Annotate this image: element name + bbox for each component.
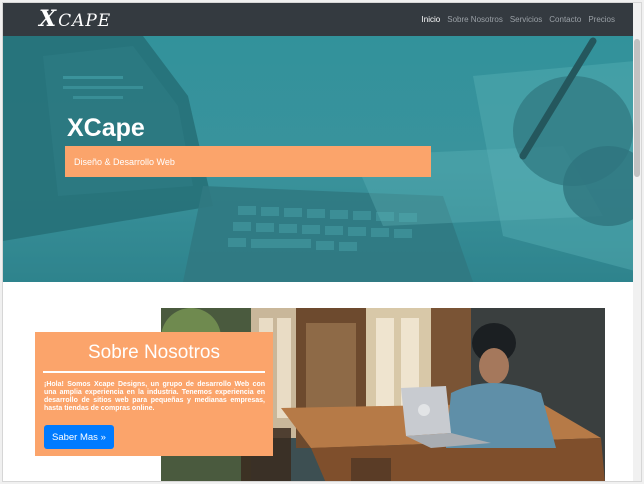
hero-section: XCape Diseño & Desarrollo Web	[3, 36, 635, 282]
scrollbar-thumb[interactable]	[634, 39, 640, 177]
navbar: XCAPE Inicio Sobre Nosotros Servicios Co…	[3, 3, 635, 36]
brand-logo[interactable]: XCAPE	[39, 8, 111, 32]
nav-link-sobre-nosotros[interactable]: Sobre Nosotros	[447, 15, 503, 24]
about-divider	[43, 371, 265, 373]
nav-link-inicio[interactable]: Inicio	[422, 15, 441, 24]
about-text: ¡Hola! Somos Xcape Designs, un grupo de …	[44, 381, 265, 412]
nav-link-servicios[interactable]: Servicios	[510, 15, 542, 24]
brand-logo-text: CAPE	[58, 11, 112, 31]
about-title: Sobre Nosotros	[87, 342, 220, 363]
hero-title: XCape	[67, 114, 145, 142]
nav-links: Inicio Sobre Nosotros Servicios Contacto…	[415, 3, 615, 36]
nav-link-contacto[interactable]: Contacto	[549, 15, 581, 24]
nav-link-precios[interactable]: Precios	[588, 15, 615, 24]
about-card: Sobre Nosotros ¡Hola! Somos Xcape Design…	[35, 332, 273, 456]
page-scrollbar[interactable]	[633, 3, 641, 481]
saber-mas-button[interactable]: Saber Mas »	[44, 425, 114, 449]
hero-subtitle: Diseño & Desarrollo Web	[74, 156, 175, 167]
browser-viewport: XCAPE Inicio Sobre Nosotros Servicios Co…	[2, 2, 642, 482]
hero-subtitle-banner: Diseño & Desarrollo Web	[65, 146, 431, 177]
brand-logo-mark: X	[39, 6, 58, 32]
